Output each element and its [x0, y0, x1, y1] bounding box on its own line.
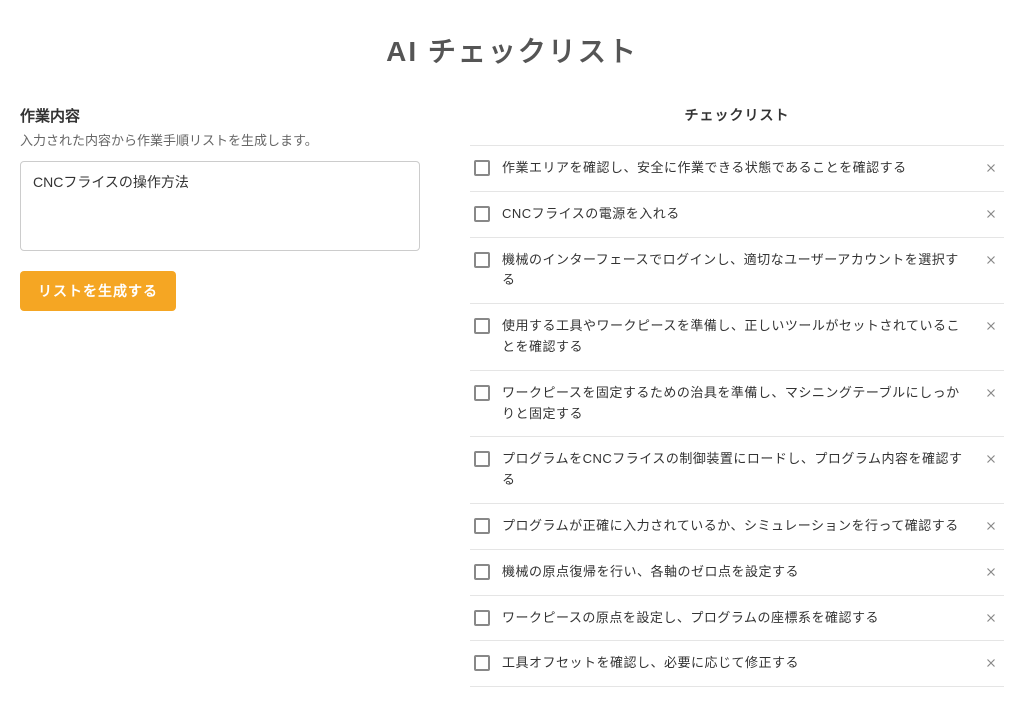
close-icon[interactable] — [982, 654, 1000, 672]
checkbox[interactable] — [474, 252, 490, 268]
checklist-item: 使用する工具やワークピースを準備し、正しいツールがセットされていることを確認する — [470, 304, 1004, 371]
checklist-item: CNCフライスの電源を入れる — [470, 192, 1004, 238]
checklist-item: 機械のインターフェースでログインし、適切なユーザーアカウントを選択する — [470, 238, 1004, 305]
checklist-item-text: CNCフライスの電源を入れる — [502, 204, 970, 225]
close-icon[interactable] — [982, 384, 1000, 402]
page-title: AI チェックリスト — [20, 30, 1004, 70]
checklist-item-text: 機械の原点復帰を行い、各軸のゼロ点を設定する — [502, 562, 970, 583]
close-icon[interactable] — [982, 317, 1000, 335]
checkbox[interactable] — [474, 385, 490, 401]
generate-list-button[interactable]: リストを生成する — [20, 271, 176, 311]
checklist-item: プログラムをCNCフライスの制御装置にロードし、プログラム内容を確認する — [470, 437, 1004, 504]
checklist-item: 工具オフセットを確認し、必要に応じて修正する — [470, 641, 1004, 687]
checklist-item-text: ワークピースの原点を設定し、プログラムの座標系を確認する — [502, 608, 970, 629]
checkbox[interactable] — [474, 318, 490, 334]
close-icon[interactable] — [982, 205, 1000, 223]
close-icon[interactable] — [982, 159, 1000, 177]
close-icon[interactable] — [982, 609, 1000, 627]
close-icon[interactable] — [982, 450, 1000, 468]
checkbox[interactable] — [474, 610, 490, 626]
checklist-item: ワークピースを固定するための治具を準備し、マシニングテーブルにしっかりと固定する — [470, 371, 1004, 438]
input-section-description: 入力された内容から作業手順リストを生成します。 — [20, 130, 420, 149]
close-icon[interactable] — [982, 517, 1000, 535]
main-container: 作業内容 入力された内容から作業手順リストを生成します。 リストを生成する チェ… — [20, 105, 1004, 687]
checklist-item: ワークピースの原点を設定し、プログラムの座標系を確認する — [470, 596, 1004, 642]
close-icon[interactable] — [982, 251, 1000, 269]
checkbox[interactable] — [474, 518, 490, 534]
close-icon[interactable] — [982, 563, 1000, 581]
checkbox[interactable] — [474, 451, 490, 467]
checkbox[interactable] — [474, 564, 490, 580]
left-panel: 作業内容 入力された内容から作業手順リストを生成します。 リストを生成する — [20, 105, 420, 687]
checklist-header: チェックリスト — [470, 105, 1004, 125]
work-content-input[interactable] — [20, 161, 420, 251]
checkbox[interactable] — [474, 160, 490, 176]
checkbox[interactable] — [474, 655, 490, 671]
checklist-item: プログラムが正確に入力されているか、シミュレーションを行って確認する — [470, 504, 1004, 550]
checklist-item-text: プログラムをCNCフライスの制御装置にロードし、プログラム内容を確認する — [502, 449, 970, 491]
checklist-item-text: 機械のインターフェースでログインし、適切なユーザーアカウントを選択する — [502, 250, 970, 292]
checklist-item-text: 使用する工具やワークピースを準備し、正しいツールがセットされていることを確認する — [502, 316, 970, 358]
right-panel: チェックリスト 作業エリアを確認し、安全に作業できる状態であることを確認する CN… — [470, 105, 1004, 687]
input-section-label: 作業内容 — [20, 105, 420, 126]
checkbox[interactable] — [474, 206, 490, 222]
checklist-item-text: 工具オフセットを確認し、必要に応じて修正する — [502, 653, 970, 674]
checklist-item-text: プログラムが正確に入力されているか、シミュレーションを行って確認する — [502, 516, 970, 537]
checklist-item-text: ワークピースを固定するための治具を準備し、マシニングテーブルにしっかりと固定する — [502, 383, 970, 425]
checklist-item: 作業エリアを確認し、安全に作業できる状態であることを確認する — [470, 146, 1004, 192]
checklist: 作業エリアを確認し、安全に作業できる状態であることを確認する CNCフライスの電源… — [470, 145, 1004, 687]
checklist-item-text: 作業エリアを確認し、安全に作業できる状態であることを確認する — [502, 158, 970, 179]
